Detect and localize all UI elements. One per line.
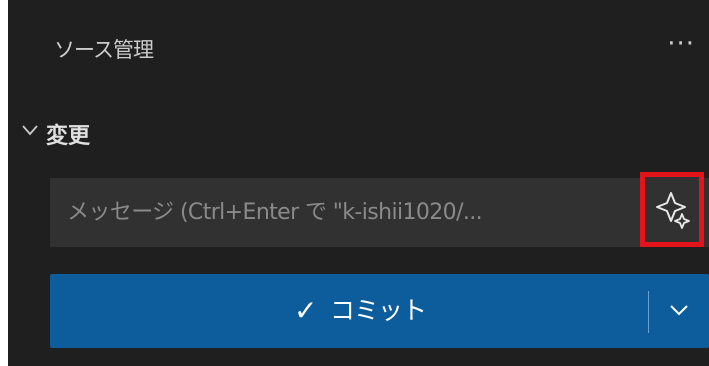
check-icon: ✓ <box>294 294 318 327</box>
commit-message-input[interactable] <box>50 178 630 247</box>
commit-button-label: コミット <box>330 296 427 325</box>
panel-header: ソース管理 ··· <box>8 20 709 80</box>
source-control-panel: ソース管理 ··· 変更 ✓ コミット <box>8 0 709 366</box>
more-actions-button[interactable]: ··· <box>667 26 695 62</box>
changes-section-header[interactable]: 変更 <box>8 108 709 160</box>
chevron-down-icon <box>670 305 688 316</box>
panel-title: ソース管理 <box>54 38 154 62</box>
chevron-down-icon <box>20 120 40 140</box>
commit-options-dropdown[interactable] <box>650 274 709 348</box>
commit-button-divider <box>648 291 649 333</box>
generate-commit-message-button[interactable] <box>640 172 704 247</box>
sparkle-icon <box>656 192 690 229</box>
commit-button[interactable]: ✓ コミット <box>50 274 646 348</box>
changes-label: 変更 <box>46 124 91 149</box>
commit-button-group: ✓ コミット <box>50 274 709 348</box>
